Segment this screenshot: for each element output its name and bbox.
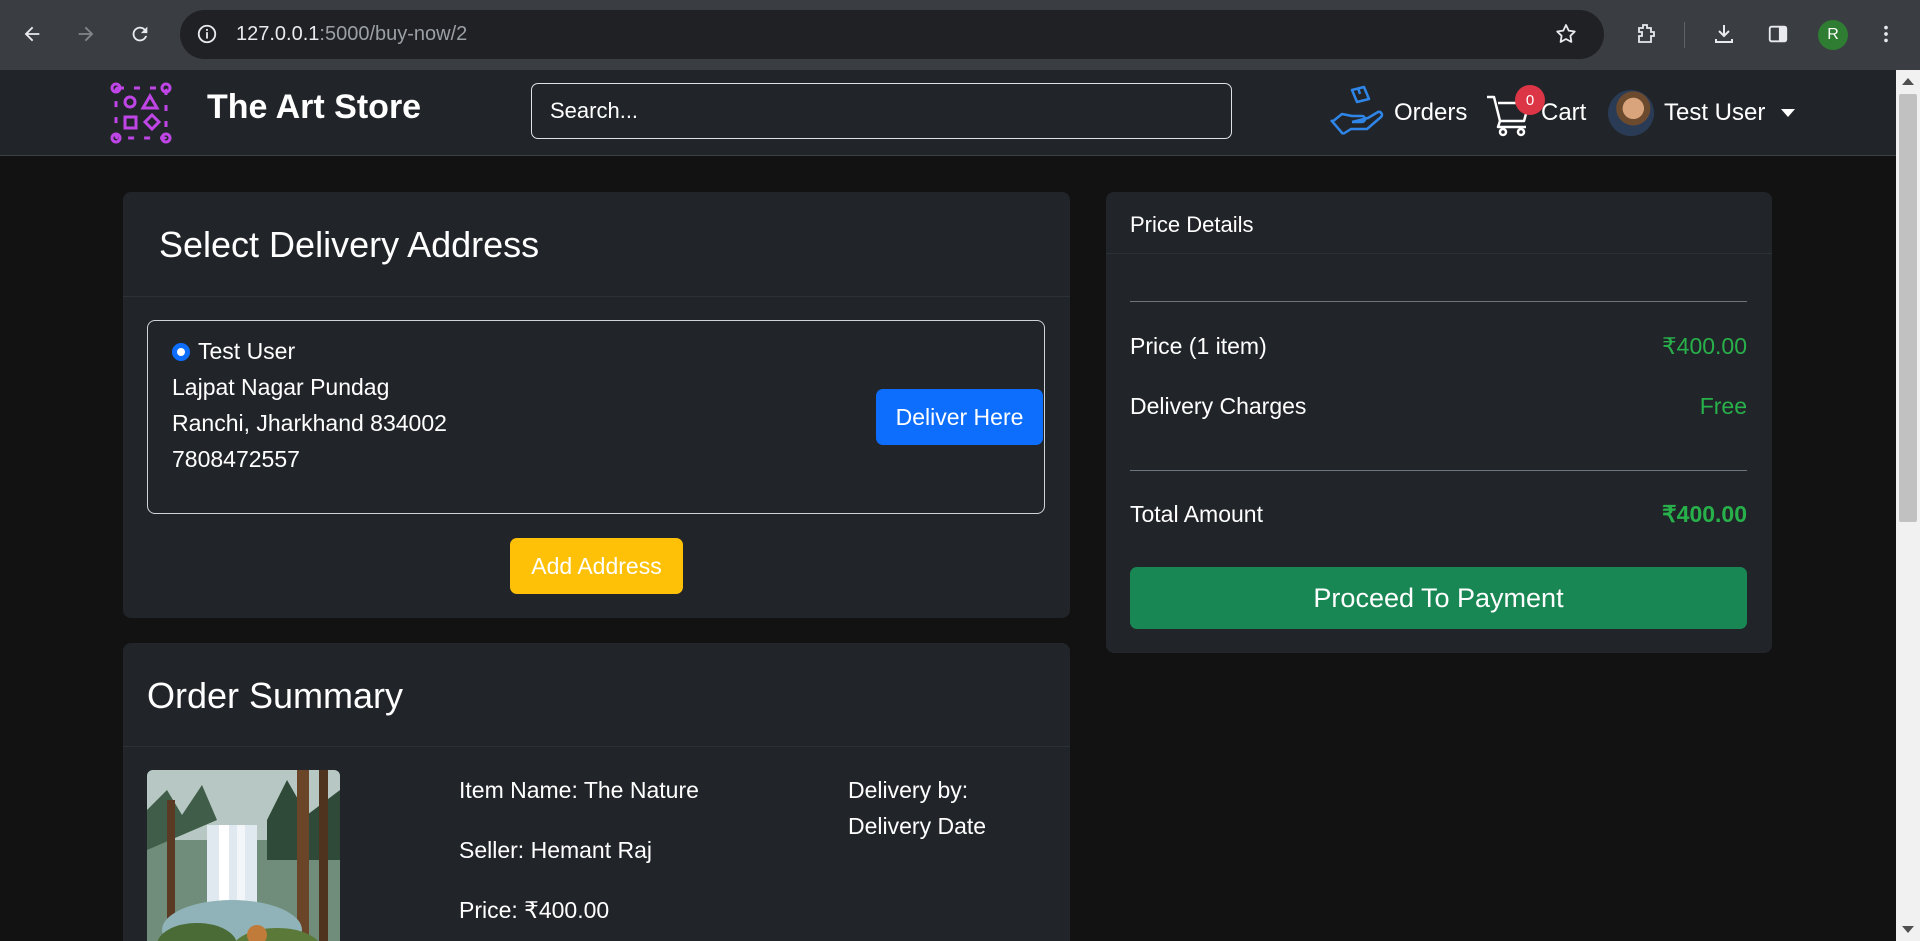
- user-name: Test User: [1664, 99, 1766, 126]
- scroll-down-icon[interactable]: [1902, 926, 1914, 933]
- order-summary-title: Order Summary: [147, 675, 404, 716]
- url-text: 127.0.0.1:5000/buy-now/2: [236, 23, 467, 46]
- user-menu-toggle[interactable]: Test User: [1608, 86, 1796, 140]
- forward-icon[interactable]: [70, 18, 102, 50]
- search-input[interactable]: [531, 83, 1232, 139]
- price-details-heading: Price Details: [1130, 212, 1254, 237]
- browser-toolbar: 127.0.0.1:5000/buy-now/2 R: [0, 0, 1920, 70]
- delivery-charges-label: Delivery Charges: [1130, 393, 1307, 419]
- item-name: Item Name: The Nature: [459, 777, 699, 803]
- extensions-icon[interactable]: [1630, 18, 1662, 50]
- divider: [1130, 470, 1747, 471]
- add-address-button[interactable]: Add Address: [510, 538, 683, 594]
- total-amount-label: Total Amount: [1130, 501, 1263, 527]
- reload-icon[interactable]: [124, 18, 156, 50]
- divider: [123, 746, 1070, 747]
- store-logo-icon[interactable]: [110, 82, 172, 144]
- address-bar[interactable]: 127.0.0.1:5000/buy-now/2: [180, 10, 1604, 59]
- price-row-total: Total Amount ₹400.00: [1130, 501, 1747, 528]
- chevron-down-icon: [1781, 109, 1796, 117]
- url-host: 127.0.0.1: [236, 23, 320, 45]
- cart-count-badge: 0: [1515, 85, 1545, 115]
- back-icon[interactable]: [16, 18, 48, 50]
- brand-name[interactable]: The Art Store: [207, 88, 421, 127]
- delivery-date: Delivery Date: [848, 813, 987, 839]
- divider: [1106, 253, 1772, 254]
- address-radio[interactable]: [172, 343, 190, 361]
- nav-orders-link[interactable]: Orders: [1330, 84, 1468, 143]
- item-price: Price: ₹400.00: [459, 897, 610, 923]
- address-option[interactable]: Test User Lajpat Nagar Pundag Ranchi, Jh…: [147, 320, 1045, 514]
- app-navbar: The Art Store Orders: [0, 70, 1896, 156]
- address-line1: Lajpat Nagar Pundag: [172, 374, 390, 400]
- deliver-here-button[interactable]: Deliver Here: [876, 389, 1043, 445]
- profile-avatar[interactable]: R: [1818, 20, 1848, 50]
- orders-icon: [1330, 84, 1384, 143]
- cart-label: Cart: [1541, 99, 1587, 126]
- price-row-item: Price (1 item) ₹400.00: [1130, 333, 1747, 360]
- scroll-up-icon[interactable]: [1902, 78, 1914, 85]
- divider: [1130, 301, 1747, 302]
- nav-cart-link[interactable]: 0 Cart: [1485, 85, 1587, 140]
- url-path: :5000/buy-now/2: [319, 23, 468, 45]
- delivery-by-label: Delivery by:: [848, 777, 969, 803]
- user-avatar: [1608, 90, 1654, 136]
- address-name: Test User: [198, 338, 296, 364]
- delivery-address-card: Select Delivery Address Test User Lajpat…: [123, 192, 1070, 618]
- divider: [123, 296, 1070, 297]
- price-item-value: ₹400.00: [1662, 333, 1747, 359]
- price-details-card: Price Details Price (1 item) ₹400.00 Del…: [1106, 192, 1772, 653]
- orders-label: Orders: [1394, 99, 1468, 126]
- side-panel-icon[interactable]: [1762, 18, 1794, 50]
- browser-menu-icon[interactable]: [1870, 18, 1902, 50]
- bookmark-star-icon[interactable]: [1554, 22, 1578, 50]
- product-image: [147, 770, 340, 941]
- site-info-icon[interactable]: [196, 23, 218, 49]
- delivery-address-title: Select Delivery Address: [159, 224, 540, 265]
- delivery-charges-value: Free: [1699, 393, 1747, 419]
- order-summary-card: Order Summary Item Name: The Nature Sell…: [123, 643, 1070, 941]
- download-icon[interactable]: [1708, 18, 1740, 50]
- price-item-label: Price (1 item): [1130, 333, 1267, 359]
- address-phone: 7808472557: [172, 446, 300, 472]
- proceed-to-payment-button[interactable]: Proceed To Payment: [1130, 567, 1747, 629]
- total-amount-value: ₹400.00: [1662, 501, 1747, 527]
- price-row-delivery: Delivery Charges Free: [1130, 393, 1747, 420]
- cart-icon: 0: [1485, 85, 1545, 137]
- address-line2: Ranchi, Jharkhand 834002: [172, 410, 447, 436]
- toolbar-divider: [1684, 22, 1685, 48]
- seller-name: Seller: Hemant Raj: [459, 837, 653, 863]
- scrollbar-thumb[interactable]: [1899, 94, 1917, 522]
